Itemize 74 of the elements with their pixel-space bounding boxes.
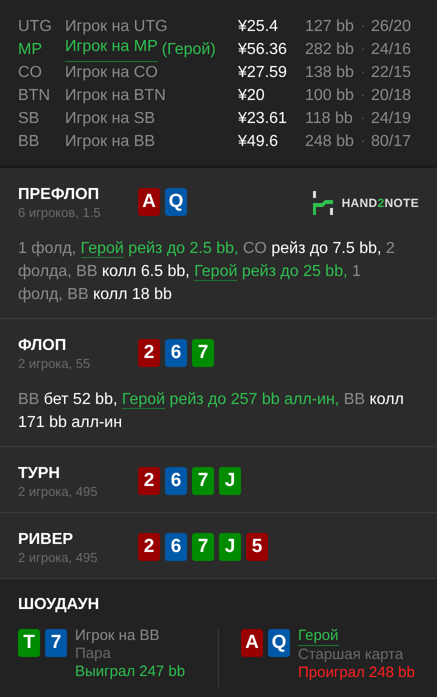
position-label: MP: [18, 40, 43, 60]
player-name: Игрок на BB: [65, 132, 156, 152]
stack-bb: 282 bb: [305, 40, 355, 60]
separator-dot: ·: [360, 135, 366, 149]
player-name: Игрок на BTN: [65, 86, 166, 106]
separator-dot: ·: [360, 43, 366, 57]
playing-card: 2: [138, 467, 160, 495]
playing-card: A: [241, 629, 263, 657]
player-stats: 24/16: [371, 40, 412, 60]
playing-card: 7: [192, 533, 214, 561]
position-label: BB: [18, 132, 40, 152]
street-title: РИВЕР: [18, 530, 74, 550]
result-text: Проиграл 248 bb: [298, 664, 415, 682]
stack-bb: 138 bb: [305, 62, 355, 82]
position-label: CO: [18, 62, 43, 82]
stack-amount: ¥27.59: [238, 62, 288, 82]
player-name: Игрок на SB: [65, 108, 156, 128]
street-subtitle: 2 игрока, 55: [18, 356, 92, 372]
player-name-link[interactable]: Герой: [298, 627, 339, 646]
hand-rank: Пара: [75, 645, 112, 663]
player-stats: 26/20: [371, 16, 412, 36]
separator-dot: ·: [360, 112, 366, 126]
player-name: Игрок на BB: [75, 627, 160, 645]
separator-dot: ·: [360, 20, 366, 34]
logo-icon: [312, 191, 334, 215]
hero-tag: (Герой): [162, 38, 216, 62]
playing-card: T: [18, 629, 40, 657]
player-name-link[interactable]: Игрок на MP: [65, 38, 158, 62]
playing-card: J: [219, 467, 241, 495]
playing-card: J: [219, 533, 241, 561]
showdown-title: ШОУДАУН: [18, 595, 100, 615]
playing-card: Q: [165, 188, 187, 216]
player-stats: 20/18: [371, 86, 412, 106]
playing-card: A: [138, 188, 160, 216]
action-summary: BB бет 52 bb, Герой рейз до 257 bb алл-ин, BB колл 171 bb алл-ин: [18, 390, 405, 433]
stack-bb: 118 bb: [305, 108, 354, 128]
stack-amount: ¥25.4: [238, 16, 280, 36]
playing-card: Q: [268, 629, 290, 657]
stack-amount: ¥23.61: [238, 108, 288, 128]
player-name: Игрок на CO: [65, 62, 158, 82]
playing-card: 2: [138, 533, 160, 561]
playing-card: 6: [165, 533, 187, 561]
stack-amount: ¥20: [238, 86, 266, 106]
street-title: ФЛОП: [18, 336, 68, 356]
action-summary: 1 фолд, Герой рейз до 2.5 bb, CO рейз до 7.5 bb, 2 фолда, BB колл 6.5 bb, Герой рейз до 25 bb, 1 фолд, BB колл 18 bb: [18, 239, 396, 305]
result-text: Выиграл 247 bb: [75, 663, 186, 681]
stack-bb: 127 bb: [305, 16, 355, 36]
position-label: UTG: [18, 16, 53, 36]
playing-card: 5: [246, 533, 268, 561]
playing-card: 7: [192, 339, 214, 367]
playing-card: 6: [165, 467, 187, 495]
street-title: ТУРН: [18, 464, 61, 484]
playing-card: 2: [138, 339, 160, 367]
street-subtitle: 2 игрока, 495: [18, 550, 98, 566]
hand-rank: Старшая карта: [298, 646, 404, 664]
stack-amount: ¥56.36: [238, 40, 288, 60]
playing-card: 6: [165, 339, 187, 367]
playing-card: 7: [45, 629, 67, 657]
logo-text: HAND2NOTE: [342, 195, 419, 212]
stack-amount: ¥49.6: [238, 132, 280, 152]
street-title: ПРЕФЛОП: [18, 185, 100, 205]
separator-dot: ·: [360, 89, 366, 103]
street-subtitle: 2 игрока, 495: [18, 484, 98, 500]
position-label: BTN: [18, 86, 51, 106]
street-subtitle: 6 игроков, 1.5: [18, 205, 102, 221]
stack-bb: 100 bb: [305, 86, 355, 106]
player-stats: 22/15: [371, 62, 412, 82]
playing-card: 7: [192, 467, 214, 495]
player-stats: 80/17: [371, 132, 412, 152]
player-name: Игрок на UTG: [65, 16, 168, 36]
position-label: SB: [18, 108, 40, 128]
player-stats: 24/19: [371, 108, 412, 128]
separator-dot: ·: [360, 66, 366, 80]
stack-bb: 248 bb: [305, 132, 355, 152]
